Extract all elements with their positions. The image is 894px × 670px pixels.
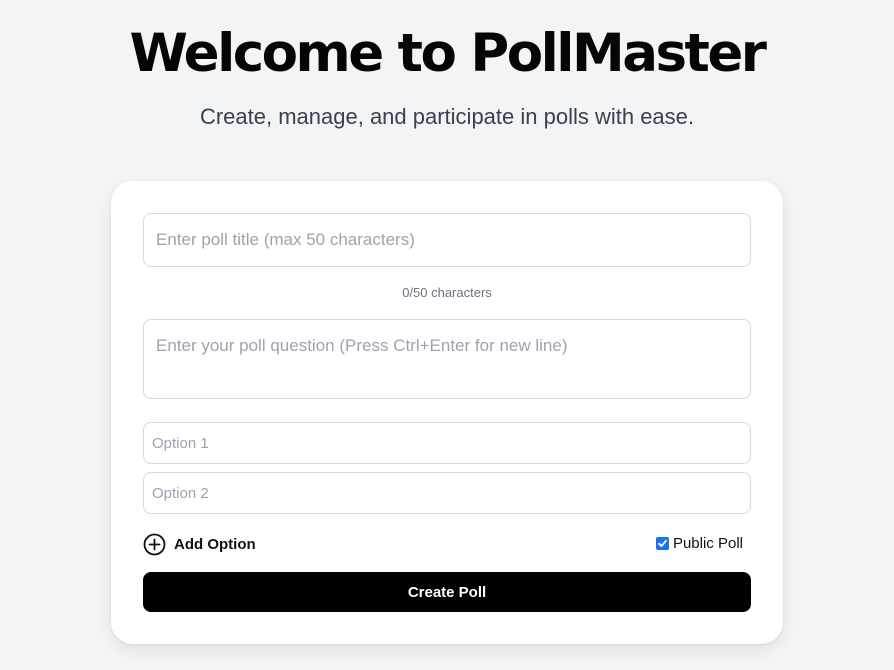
poll-question-input[interactable] [143, 319, 751, 399]
option-1-input[interactable] [143, 422, 751, 464]
poll-title-input[interactable] [143, 213, 751, 267]
add-option-label: Add Option [174, 535, 256, 553]
title-char-count: 0/50 characters [402, 285, 492, 300]
plus-circle-icon [143, 533, 166, 556]
public-poll-label: Public Poll [672, 534, 743, 552]
page-subtitle: Create, manage, and participate in polls… [199, 104, 695, 129]
add-option-button[interactable]: Add Option [143, 532, 256, 556]
create-poll-card: 0/50 characters Add Option Public Poll [111, 181, 783, 644]
public-poll-toggle[interactable]: Public Poll [655, 534, 743, 552]
page-title: Welcome to PollMaster [129, 23, 767, 84]
public-poll-checkbox[interactable] [655, 536, 669, 550]
option-2-input[interactable] [143, 472, 751, 514]
create-poll-button[interactable]: Create Poll [143, 572, 751, 612]
page: Welcome to PollMaster Create, manage, an… [0, 0, 894, 670]
